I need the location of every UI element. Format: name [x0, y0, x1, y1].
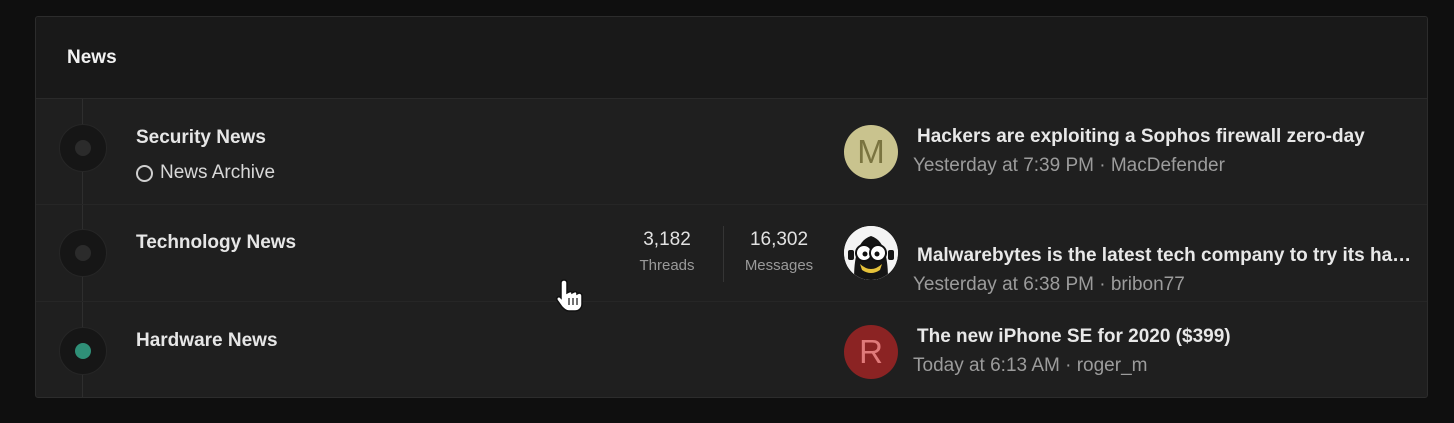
- hand-pointer-cursor-icon: [556, 279, 583, 312]
- latest-time[interactable]: Yesterday at 6:38 PM: [913, 274, 1094, 295]
- meta-separator: ·: [1099, 155, 1106, 176]
- forum-status-icon: [59, 124, 107, 172]
- avatar-letter: M: [857, 133, 885, 170]
- news-category-block: News Security News News Archive M Hacker…: [35, 16, 1428, 398]
- latest-user[interactable]: MacDefender: [1111, 155, 1225, 176]
- forum-row-technology-news: Technology News 3,182 Threads 16,302 Mes…: [36, 205, 1427, 302]
- category-header[interactable]: News: [36, 17, 1427, 99]
- meta-separator: ·: [1099, 274, 1106, 295]
- messages-count: 16,302: [749, 229, 809, 250]
- subforum-circle-icon: [136, 164, 153, 182]
- latest-thread-title[interactable]: Malwarebytes is the latest tech company …: [917, 245, 1412, 267]
- category-title[interactable]: News: [67, 47, 117, 69]
- forum-title-security-news[interactable]: Security News: [136, 127, 266, 149]
- threads-stat: 3,182 Threads: [634, 229, 700, 274]
- forum-status-unread-icon: [59, 327, 107, 375]
- messages-stat: 16,302 Messages: [739, 229, 819, 274]
- latest-user[interactable]: bribon77: [1111, 274, 1185, 295]
- latest-thread-meta: Yesterday at 6:38 PM · bribon77: [913, 274, 1185, 296]
- subforum-label[interactable]: News Archive: [160, 162, 275, 184]
- stat-divider: [723, 226, 724, 282]
- latest-time[interactable]: Today at 6:13 AM: [913, 355, 1060, 376]
- forum-title-hardware-news[interactable]: Hardware News: [136, 330, 278, 352]
- latest-poster-avatar[interactable]: M: [844, 125, 898, 179]
- avatar-letter: R: [859, 333, 883, 370]
- latest-user[interactable]: roger_m: [1077, 355, 1148, 376]
- cartoon-character-icon: [844, 226, 898, 280]
- meta-separator: ·: [1065, 355, 1072, 376]
- forum-status-icon: [59, 229, 107, 277]
- latest-thread-meta: Today at 6:13 AM · roger_m: [913, 355, 1147, 377]
- forum-row-security-news: Security News News Archive M Hackers are…: [36, 99, 1427, 205]
- threads-label: Threads: [639, 257, 695, 274]
- messages-label: Messages: [744, 257, 814, 274]
- threads-count: 3,182: [643, 229, 691, 250]
- forum-row-hardware-news: Hardware News R The new iPhone SE for 20…: [36, 302, 1427, 397]
- subforum-link-news-archive[interactable]: News Archive: [136, 162, 275, 184]
- cartoon-character-avatar[interactable]: [844, 226, 898, 280]
- latest-thread-title[interactable]: Hackers are exploiting a Sophos firewall…: [917, 126, 1412, 148]
- latest-poster-avatar[interactable]: R: [844, 325, 898, 379]
- latest-thread-title[interactable]: The new iPhone SE for 2020 ($399): [917, 326, 1412, 348]
- latest-time[interactable]: Yesterday at 7:39 PM: [913, 155, 1094, 176]
- forum-title-technology-news[interactable]: Technology News: [136, 232, 296, 254]
- latest-thread-meta: Yesterday at 7:39 PM · MacDefender: [913, 155, 1225, 177]
